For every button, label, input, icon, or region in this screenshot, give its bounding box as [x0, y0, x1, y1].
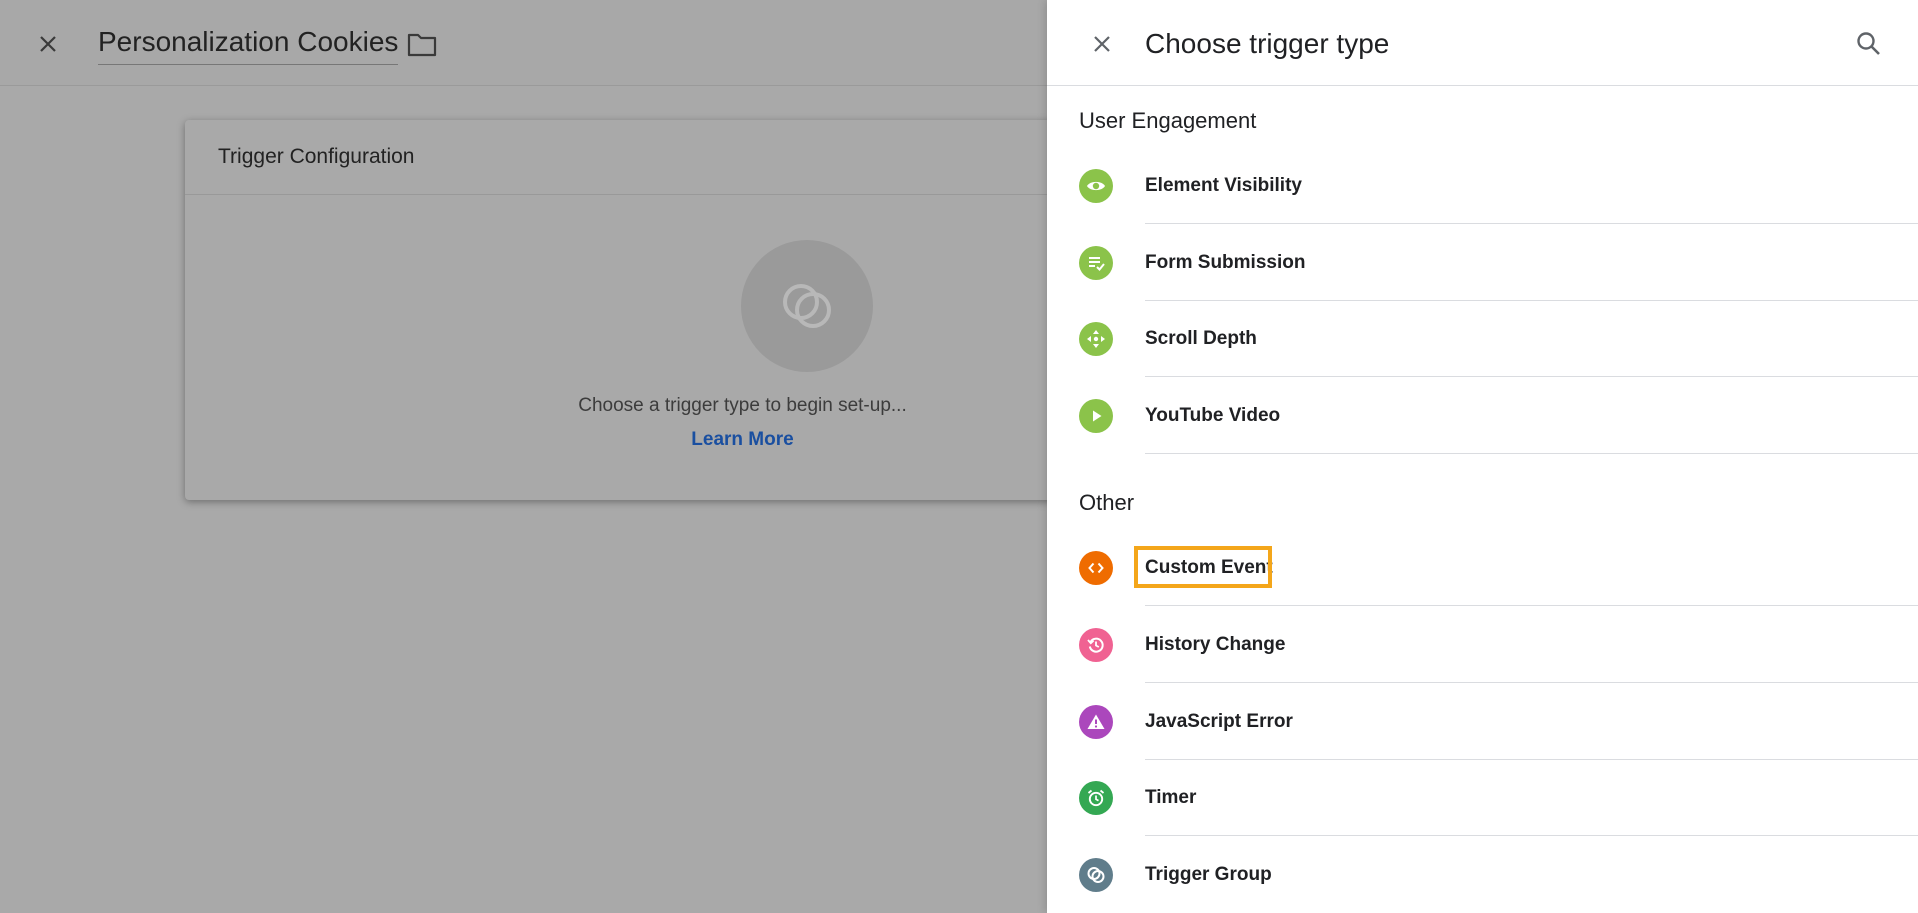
divider [1145, 605, 1918, 606]
warning-icon [1079, 705, 1113, 739]
trigger-option-label: Scroll Depth [1145, 328, 1257, 349]
trigger-option-scroll-depth[interactable]: Scroll Depth [1047, 301, 1918, 377]
section-title-user-engagement: User Engagement [1079, 108, 1257, 133]
close-panel-button[interactable] [1082, 24, 1122, 64]
trigger-option-label: History Change [1145, 634, 1286, 655]
panel-header: Choose trigger type [1047, 0, 1918, 86]
divider [1145, 453, 1918, 454]
trigger-option-label: Timer [1145, 787, 1197, 808]
trigger-option-form-submission[interactable]: Form Submission [1047, 225, 1918, 301]
trigger-group-icon [1079, 858, 1113, 892]
trigger-option-label: Trigger Group [1145, 864, 1272, 885]
code-icon [1079, 551, 1113, 585]
divider [1145, 223, 1918, 224]
trigger-option-label: Form Submission [1145, 252, 1306, 273]
form-check-icon [1079, 246, 1113, 280]
scroll-arrows-icon [1079, 322, 1113, 356]
trigger-option-label: YouTube Video [1145, 405, 1281, 426]
trigger-option-timer[interactable]: Timer [1047, 760, 1918, 836]
section-title-other: Other [1079, 490, 1135, 515]
folder-icon [407, 33, 437, 57]
choose-trigger-placeholder[interactable] [741, 240, 873, 372]
folder-button[interactable] [404, 26, 440, 62]
close-icon [1094, 36, 1110, 52]
trigger-option-trigger-group[interactable]: Trigger Group [1047, 837, 1918, 913]
trigger-option-element-visibility[interactable]: Element Visibility [1047, 148, 1918, 224]
trigger-option-custom-event[interactable]: Custom Event [1047, 530, 1918, 606]
search-icon [1857, 32, 1880, 55]
trigger-option-javascript-error[interactable]: JavaScript Error [1047, 684, 1918, 760]
trigger-name-field[interactable]: Personalization Cookies [98, 26, 399, 65]
trigger-placeholder-icon [783, 284, 831, 328]
divider [1145, 682, 1918, 683]
play-icon [1079, 399, 1113, 433]
trigger-option-history-change[interactable]: History Change [1047, 607, 1918, 683]
divider [1145, 835, 1918, 836]
trigger-option-label: JavaScript Error [1145, 711, 1293, 732]
alarm-icon [1079, 781, 1113, 815]
trigger-option-youtube-video[interactable]: YouTube Video [1047, 378, 1918, 454]
search-button[interactable] [1847, 22, 1891, 66]
panel-title: Choose trigger type [1145, 28, 1390, 59]
history-icon [1079, 628, 1113, 662]
close-editor-button[interactable] [28, 24, 68, 64]
divider [1145, 376, 1918, 377]
trigger-option-label: Custom Event [1145, 557, 1273, 578]
close-icon [40, 36, 56, 52]
card-title: Trigger Configuration [185, 120, 1085, 195]
eye-icon [1079, 169, 1113, 203]
trigger-option-label: Element Visibility [1145, 175, 1302, 196]
trigger-configuration-card: Trigger Configuration Choose a trigger t… [185, 120, 1085, 500]
choose-trigger-type-panel: Choose trigger type User Engagement Elem… [1047, 0, 1918, 913]
